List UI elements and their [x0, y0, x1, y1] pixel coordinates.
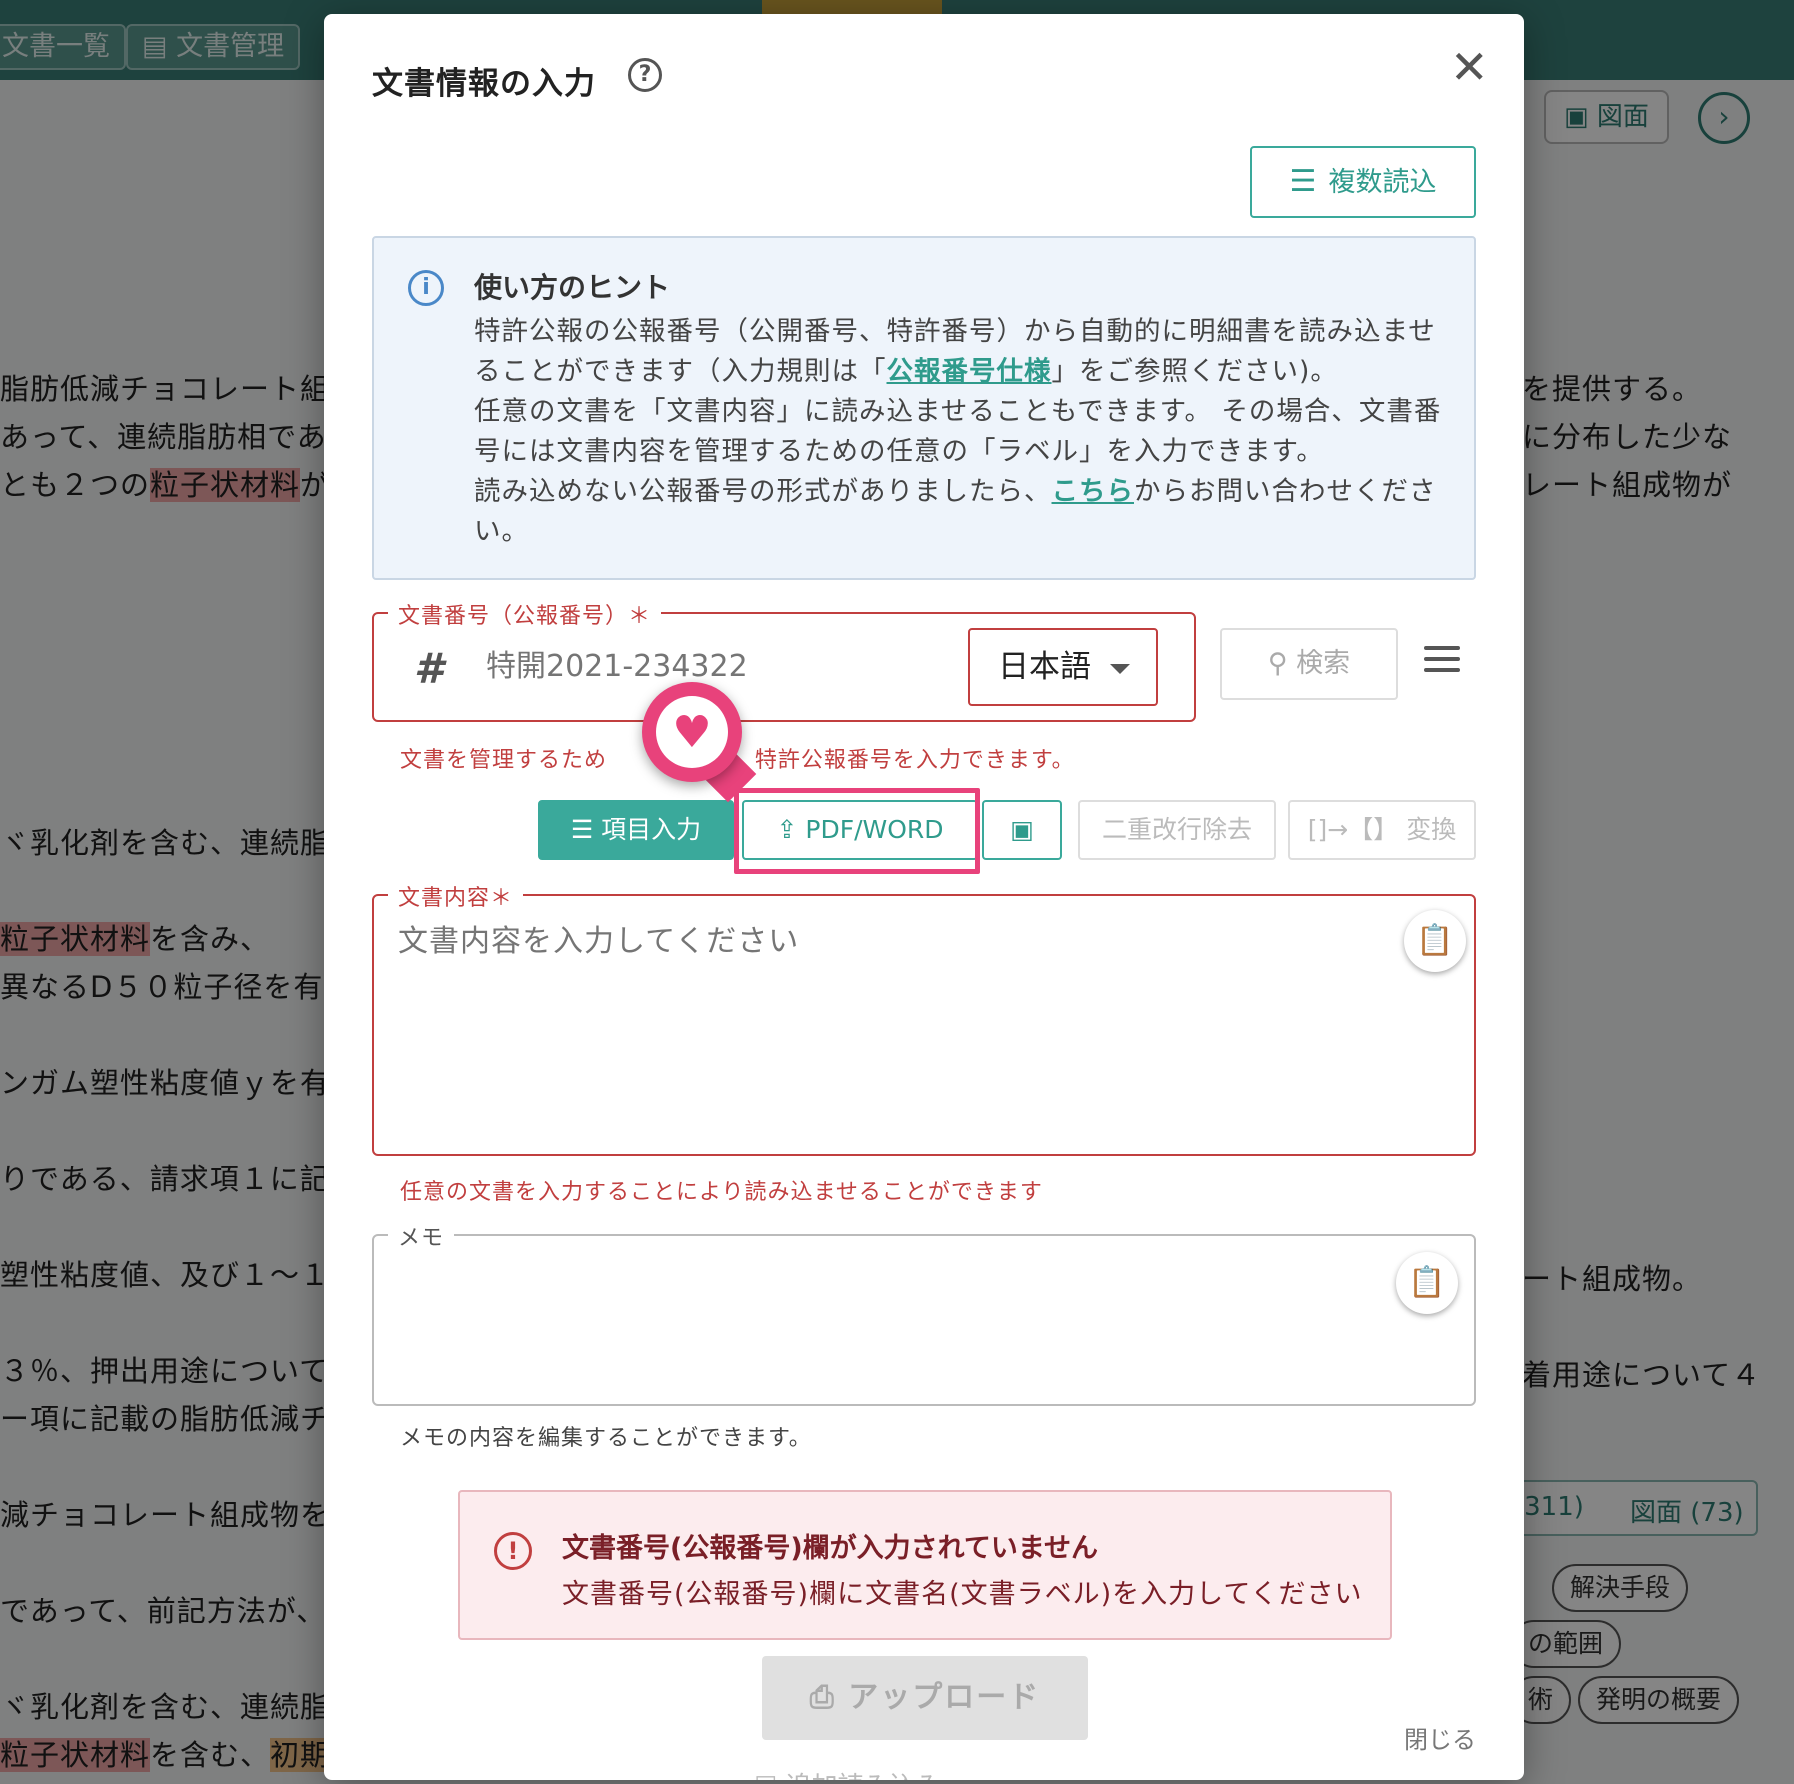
doc-number-field: 文書番号（公報番号）＊ # 日本語: [372, 598, 1196, 722]
search-button[interactable]: ⚲ 検索: [1220, 628, 1398, 700]
list-icon: ☰: [570, 815, 602, 844]
bracket-convert-button[interactable]: []→【】 変換: [1288, 800, 1476, 860]
search-icon: ⚲: [1267, 648, 1297, 679]
chevron-down-icon: [1110, 664, 1130, 674]
image-upload-button[interactable]: ▣: [982, 800, 1062, 860]
doc-content-field: 文書内容＊ 📋: [372, 880, 1476, 1156]
heart-pin: ♥: [642, 682, 742, 782]
doc-number-label: 文書番号（公報番号）＊: [388, 598, 662, 630]
info-icon: i: [408, 270, 444, 306]
spec-link[interactable]: 公報番号仕様: [887, 356, 1052, 387]
close-icon[interactable]: ✕: [1450, 44, 1489, 90]
remove-double-newline-button[interactable]: 二重改行除去: [1078, 800, 1276, 860]
usage-hint-panel: i 使い方のヒント 特許公報の公報番号（公開番号、特許番号）から自動的に明細書を…: [372, 236, 1476, 580]
memo-field: メモ 📋: [372, 1220, 1476, 1406]
heart-icon: ♥: [656, 696, 728, 768]
hash-icon: #: [414, 644, 444, 693]
help-icon[interactable]: ?: [628, 58, 662, 92]
memo-input[interactable]: [398, 1256, 1358, 1386]
contact-link[interactable]: こちら: [1052, 476, 1135, 507]
upload-button[interactable]: ⎙ アップロード: [762, 1656, 1088, 1740]
menu-icon[interactable]: [1424, 646, 1460, 679]
clipboard-icon[interactable]: 📋: [1404, 910, 1466, 972]
dialog-title: 文書情報の入力: [372, 66, 596, 102]
highlight-frame: [734, 788, 980, 874]
list-icon: ☰: [1289, 164, 1317, 199]
checkbox-icon: ☐: [754, 1772, 786, 1780]
clipboard-icon[interactable]: 📋: [1396, 1252, 1458, 1314]
doc-content-input[interactable]: [398, 916, 1358, 1136]
memo-help: メモの内容を編集することができます。: [400, 1426, 812, 1451]
multi-load-button[interactable]: ☰ 複数読込: [1250, 146, 1476, 218]
document-info-dialog: 文書情報の入力 ? ✕ ☰ 複数読込 i 使い方のヒント 特許公報の公報番号（公開…: [324, 14, 1524, 1780]
alert-body: 文書番号(公報番号)欄に文書名(文書ラベル)を入力してください: [562, 1579, 1363, 1610]
alert-title: 文書番号(公報番号)欄が入力されていません: [562, 1533, 1099, 1564]
memo-label: メモ: [388, 1220, 455, 1252]
error-alert: ! 文書番号(公報番号)欄が入力されていません 文書番号(公報番号)欄に文書名(…: [458, 1490, 1392, 1640]
doc-content-label: 文書内容＊: [388, 880, 524, 912]
doc-content-help: 任意の文書を入力することにより読み込ませることができます: [400, 1180, 1043, 1205]
hint-body: 特許公報の公報番号（公開番号、特許番号）から自動的に明細書を読み込ませることがで…: [474, 316, 1442, 547]
item-input-button[interactable]: ☰ 項目入力: [538, 800, 734, 860]
image-icon: ▣: [1010, 815, 1034, 844]
close-button[interactable]: 閉じる: [1404, 1720, 1476, 1755]
file-add-icon: ⎙: [809, 1680, 849, 1715]
hint-title: 使い方のヒント: [474, 271, 671, 304]
error-icon: !: [494, 1532, 532, 1570]
language-select[interactable]: 日本語: [968, 628, 1158, 706]
doc-number-input[interactable]: [486, 638, 946, 694]
extra-load-option[interactable]: ☐ 追加読み込み: [754, 1766, 942, 1780]
